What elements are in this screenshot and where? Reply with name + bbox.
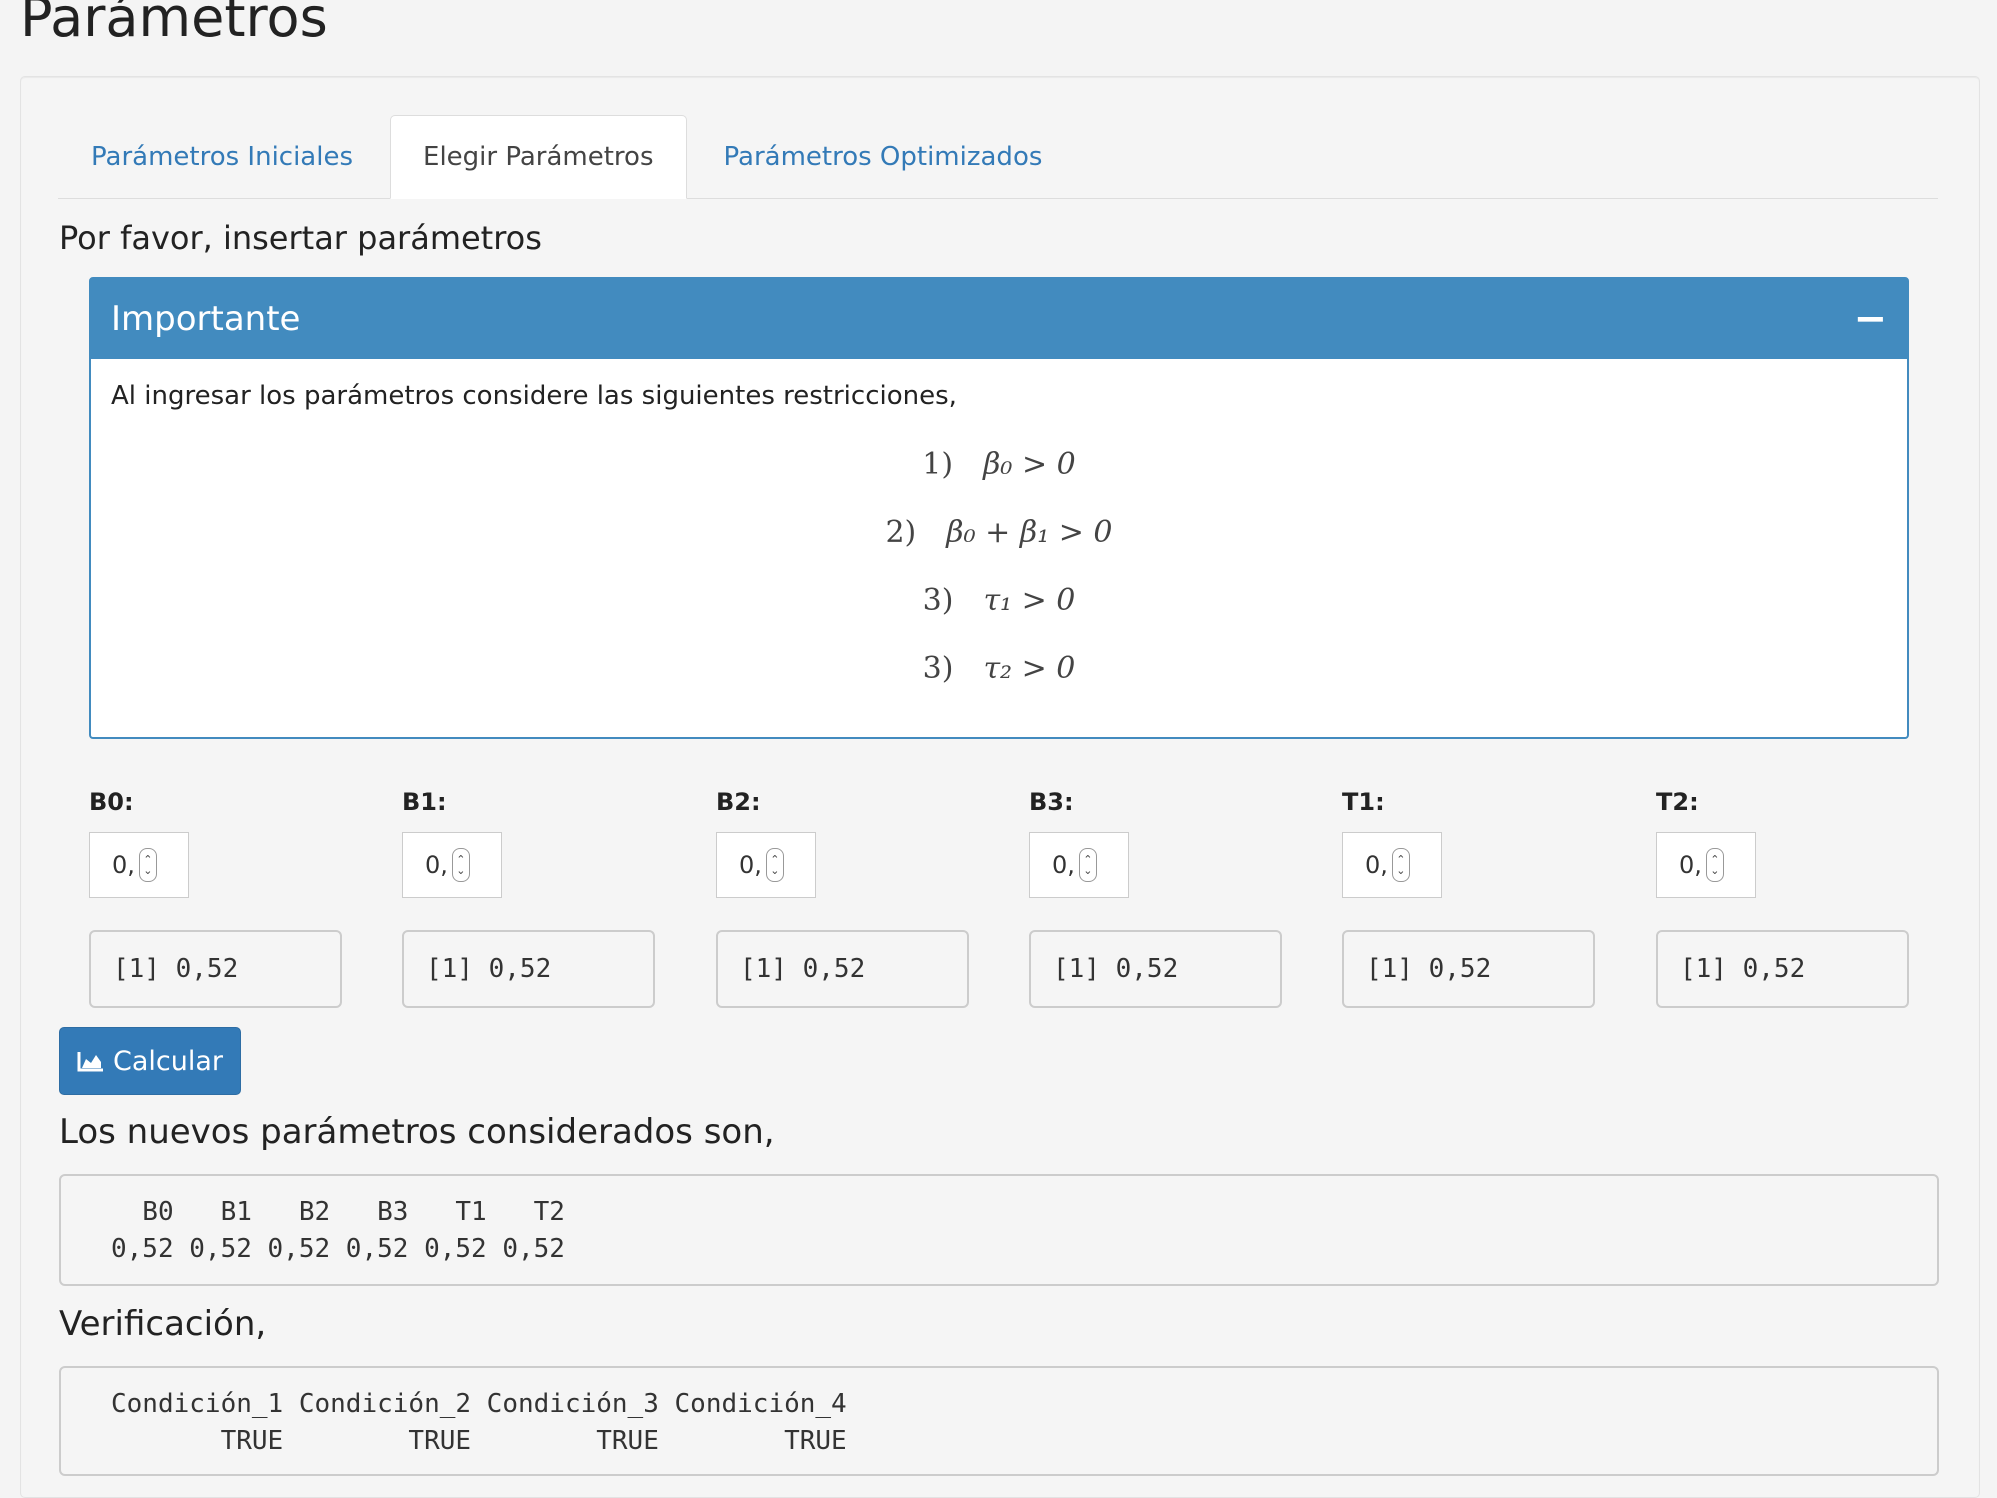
equation: 1) β₀ > 0: [922, 447, 1076, 482]
b3-numeric-input[interactable]: 0, ⌃ ⌄: [1029, 832, 1129, 898]
verification-heading: Verificación,: [59, 1304, 267, 1344]
equation: 3) τ₂ > 0: [922, 651, 1076, 686]
equation: 3) τ₁ > 0: [922, 583, 1076, 618]
param-label: T1:: [1342, 788, 1385, 816]
b2-numeric-input[interactable]: 0, ⌃ ⌄: [716, 832, 816, 898]
t2-numeric-input[interactable]: 0, ⌃ ⌄: [1656, 832, 1756, 898]
spinner-icon[interactable]: ⌃ ⌄: [1391, 848, 1410, 882]
b2-output: [1] 0,52: [716, 930, 969, 1008]
box-body: Al ingresar los parámetros considere las…: [91, 359, 1907, 725]
b0-output: [1] 0,52: [89, 930, 342, 1008]
tab-parametros-optimizados[interactable]: Parámetros Optimizados: [691, 116, 1076, 198]
param-t2: T2: 0, ⌃ ⌄ [1] 0,52: [1656, 780, 1909, 1008]
t2-output: [1] 0,52: [1656, 930, 1909, 1008]
param-b2: B2: 0, ⌃ ⌄ [1] 0,52: [716, 780, 969, 1008]
spinner-icon[interactable]: ⌃ ⌄: [765, 848, 784, 882]
instructions-heading: Por favor, insertar parámetros: [59, 219, 542, 257]
param-label: B0:: [89, 788, 134, 816]
box-title: Importante: [111, 299, 301, 339]
b1-numeric-input[interactable]: 0, ⌃ ⌄: [402, 832, 502, 898]
spinner-icon[interactable]: ⌃ ⌄: [451, 848, 470, 882]
parameter-inputs: B0: 0, ⌃ ⌄ [1] 0,52 B1: 0, ⌃ ⌄ [1] 0,52 B2: …: [89, 780, 1909, 1010]
param-b1: B1: 0, ⌃ ⌄ [1] 0,52: [402, 780, 655, 1008]
page-title: Parámetros: [20, 0, 328, 49]
t1-numeric-input[interactable]: 0, ⌃ ⌄: [1342, 832, 1442, 898]
param-label: T2:: [1656, 788, 1699, 816]
t1-output: [1] 0,52: [1342, 930, 1595, 1008]
param-b3: B3: 0, ⌃ ⌄ [1] 0,52: [1029, 780, 1282, 1008]
spinner-icon[interactable]: ⌃ ⌄: [1705, 848, 1724, 882]
calcular-button[interactable]: Calcular: [59, 1027, 241, 1095]
equation-list: 1) β₀ > 0 2) β₀ + β₁ > 0 3) τ₁ > 0 3) τ₂ > 0: [111, 431, 1887, 703]
equation: 2) β₀ + β₁ > 0: [885, 515, 1113, 550]
param-label: B2:: [716, 788, 761, 816]
box-header: Importante −: [91, 279, 1907, 359]
param-label: B1:: [402, 788, 447, 816]
spinner-icon[interactable]: ⌃ ⌄: [1078, 848, 1097, 882]
param-label: B3:: [1029, 788, 1074, 816]
b3-output: [1] 0,52: [1029, 930, 1282, 1008]
tab-elegir-parametros[interactable]: Elegir Parámetros: [390, 115, 687, 199]
tab-parametros-iniciales[interactable]: Parámetros Iniciales: [58, 116, 386, 198]
calcular-label: Calcular: [112, 1045, 223, 1077]
restrictions-text: Al ingresar los parámetros considere las…: [111, 381, 957, 411]
results-heading: Los nuevos parámetros considerados son,: [59, 1112, 775, 1152]
b1-output: [1] 0,52: [402, 930, 655, 1008]
collapse-icon[interactable]: −: [1853, 299, 1887, 339]
tab-bar: Parámetros Iniciales Elegir Parámetros P…: [58, 115, 1938, 199]
b0-numeric-input[interactable]: 0, ⌃ ⌄: [89, 832, 189, 898]
param-t1: T1: 0, ⌃ ⌄ [1] 0,52: [1342, 780, 1595, 1008]
important-box: Importante − Al ingresar los parámetros …: [89, 277, 1909, 739]
results-output: B0 B1 B2 B3 T1 T2 0,52 0,52 0,52 0,52 0,…: [59, 1174, 1939, 1286]
area-chart-icon: [77, 1052, 103, 1072]
param-b0: B0: 0, ⌃ ⌄ [1] 0,52: [89, 780, 342, 1008]
spinner-icon[interactable]: ⌃ ⌄: [138, 848, 157, 882]
